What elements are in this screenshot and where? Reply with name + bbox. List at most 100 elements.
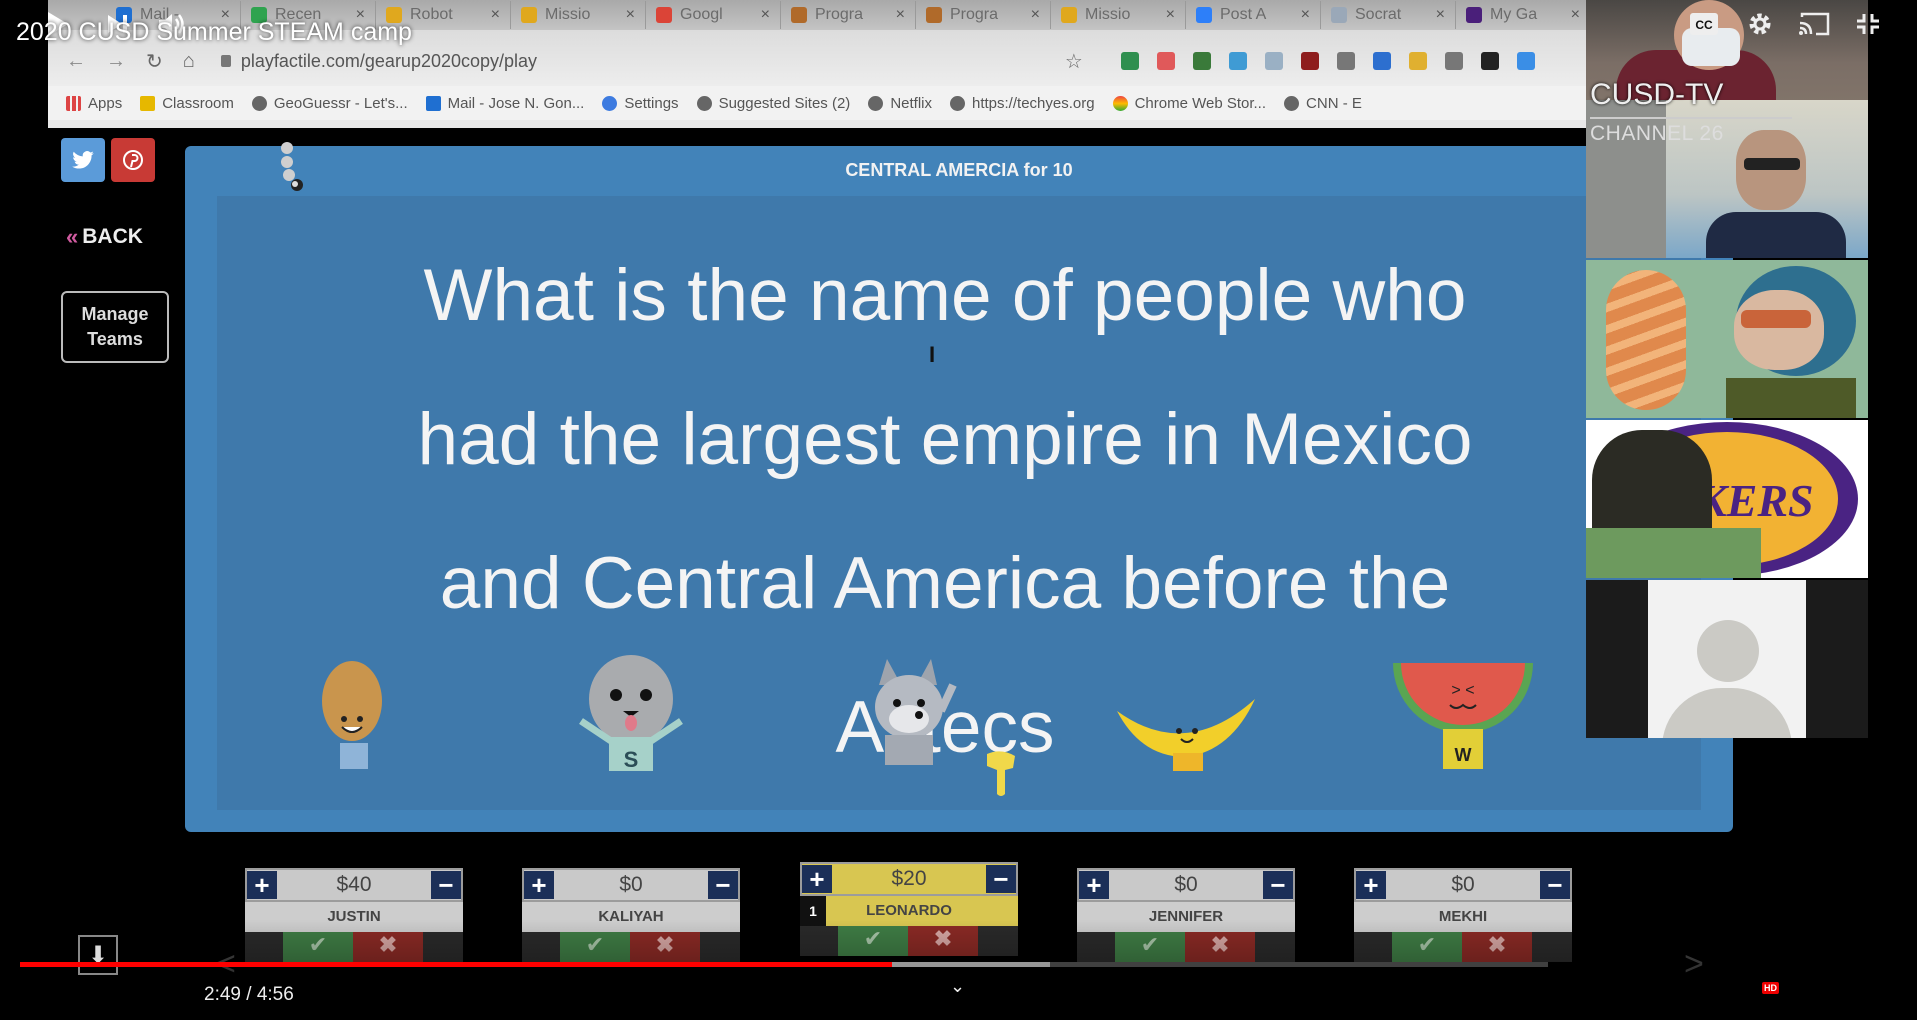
croissant-image [1606,270,1686,410]
add-points-button[interactable]: + [1356,871,1386,899]
url-text: playfactile.com/gearup2020copy/play [240,50,538,71]
score-row: + $20 − [800,862,1018,896]
channel-number: CHANNEL 26 [1590,122,1724,145]
tab-title: Missio [545,6,591,23]
avatar-head-icon [1697,620,1759,682]
participant-face [1736,130,1806,210]
globe-icon [868,95,884,111]
youtube-player[interactable]: Mail - × Recen × Robot × Missio × Googl × Progra × P… [0,0,1917,1020]
team-score: $0 [1174,873,1198,896]
mark-incorrect-button[interactable]: ✖ [630,932,700,962]
extension-icon [1408,52,1427,70]
mark-correct-button[interactable]: ✔ [283,932,353,962]
bookmark-item: Apps [66,95,122,112]
extension-icon [1192,52,1211,70]
browser-tab: Missio × [511,1,646,29]
mark-correct-button[interactable]: ✔ [560,932,630,962]
browser-tab: Progra × [916,1,1051,29]
channel-logo-divider [1590,117,1792,119]
globe-icon [1284,95,1300,111]
svg-text:S: S [624,747,639,771]
mark-incorrect-button[interactable]: ✖ [908,926,978,956]
browser-tab: Progra × [781,1,916,29]
add-points-button[interactable]: + [1079,871,1109,899]
bookmark-label: Settings [624,94,679,112]
subtract-points-button[interactable]: − [431,871,461,899]
svg-text:CC: CC [1695,18,1713,32]
home-icon: ⌂ [182,49,195,72]
tab-close-icon: × [1030,6,1040,23]
chrome-webstore-icon [1112,95,1128,111]
tab-favicon-icon [1061,7,1077,23]
progress-played [20,962,893,967]
bookmark-item: GeoGuessr - Let's... [251,95,408,112]
manage-teams-button[interactable]: Manage Teams [61,291,169,363]
mark-incorrect-button[interactable]: ✖ [353,932,423,962]
mark-incorrect-button[interactable]: ✖ [1462,932,1532,962]
pinterest-icon [123,150,143,170]
svg-text:W: W [1455,745,1472,765]
add-points-button[interactable]: + [802,865,832,893]
add-points-button[interactable]: + [524,871,554,899]
next-teams-arrow[interactable]: > [1684,945,1704,984]
reload-icon: ↻ [146,50,163,73]
bookmark-item: Netflix [868,95,932,112]
address-bar: playfactile.com/gearup2020copy/play [215,44,1045,78]
tab-close-icon: × [625,6,635,23]
subtract-points-button[interactable]: − [986,865,1016,893]
watermelon-avatar-icon: > < W [1388,661,1538,776]
extension-icon [1120,52,1139,70]
tab-close-icon: × [490,6,500,23]
tab-favicon-icon [926,7,942,23]
settings-button[interactable] [1744,0,1776,48]
svg-text:> <: > < [1451,682,1474,699]
hd-badge: HD [1762,982,1779,994]
star-icon: ☆ [1064,50,1083,73]
browser-tab: Post A × [1186,1,1321,29]
outlook-icon [425,95,441,111]
tab-title: My Ga [1490,6,1538,23]
bookmark-label: Chrome Web Stor... [1134,94,1267,112]
banana-avatar-icon [1111,691,1261,776]
team-score: $0 [1451,873,1475,896]
back-button[interactable]: « BACK [66,224,143,250]
tab-close-icon: × [1165,6,1175,23]
subtract-points-button[interactable]: − [1540,871,1570,899]
progress-bar[interactable] [20,962,1548,967]
cc-icon: CC [1690,13,1718,35]
extension-icon [1300,52,1319,70]
pinterest-share-button [111,138,155,182]
video-tile [1586,260,1868,418]
team-score: $40 [336,873,372,896]
team-name: KALIYAH [522,902,740,932]
chevron-down-icon[interactable]: ⌄ [950,976,965,997]
participant-body [1706,212,1846,258]
bookmark-label: Suggested Sites (2) [718,94,851,112]
mark-incorrect-button[interactable]: ✖ [1185,932,1255,962]
exit-fullscreen-button[interactable] [1852,0,1884,48]
question-line: What is the name of people who [423,255,1467,336]
cartoon-glasses [1741,310,1811,328]
subtract-points-button[interactable]: − [1263,871,1293,899]
tab-title: Missio [1085,6,1131,23]
back-label: BACK [82,225,143,248]
tab-title: Progra [950,6,999,23]
add-points-button[interactable]: + [247,871,277,899]
bookmark-item: CNN - E [1284,95,1362,112]
tab-title: Progra [815,6,864,23]
participant-shirt [1586,528,1761,578]
cartoon-body [1726,378,1856,418]
double-chevron-left-icon: « [66,224,79,249]
cast-button[interactable] [1796,0,1832,48]
captions-button[interactable]: CC [1688,0,1720,48]
forward-arrow-icon: → [106,49,126,72]
video-title[interactable]: 2020 CUSD Summer STEAM camp [16,18,412,47]
subtract-points-button[interactable]: − [708,871,738,899]
mark-correct-button[interactable]: ✔ [1115,932,1185,962]
mark-correct-button[interactable]: ✔ [1392,932,1462,962]
mark-correct-button[interactable]: ✔ [838,926,908,956]
bookmark-item: https://techyes.org [950,95,1095,112]
browser-tab: Missio × [1051,1,1186,29]
avatar-body-icon [1662,688,1792,738]
video-tile [1586,580,1868,738]
